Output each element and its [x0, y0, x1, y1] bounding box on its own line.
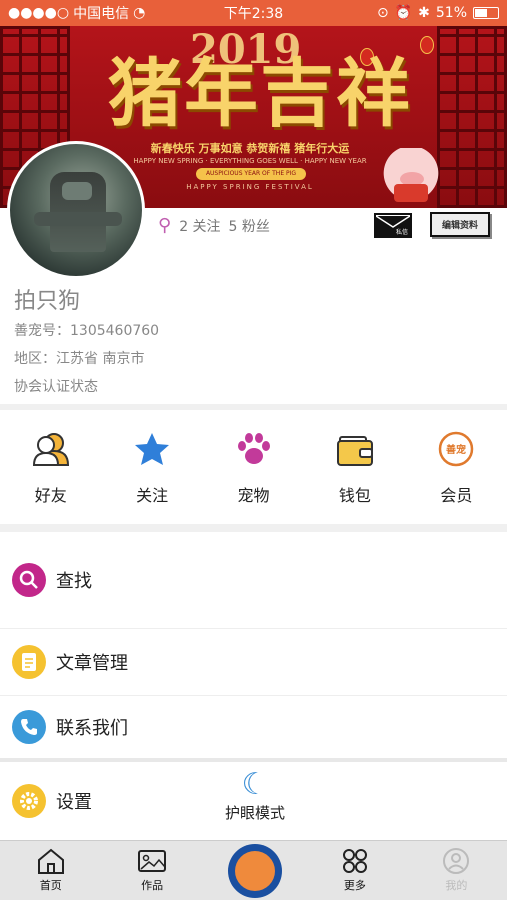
center-action-button[interactable] — [228, 844, 282, 898]
menu-articles[interactable]: 文章管理 — [0, 629, 507, 695]
banner-tag: AUSPICIOUS YEAR OF THE PIG — [196, 168, 306, 180]
bluetooth-icon: ✱ — [418, 5, 430, 21]
rotation-lock-icon: ⊙ — [376, 5, 389, 21]
eye-mode-label: 护眼模式 — [224, 804, 285, 822]
grid-icon — [342, 849, 367, 873]
status-bar: ●●●●○ 中国电信 ◔ 下午2:38 ⊙ ⏰ ✱ 51% — [0, 0, 507, 26]
search-icon — [12, 563, 46, 597]
battery-percent: 51% — [435, 5, 467, 21]
banner-subtext: HAPPY NEW SPRING · EVERYTHING GOES WELL … — [133, 157, 367, 165]
phone-icon — [12, 710, 46, 744]
wifi-icon: ◔ — [133, 5, 146, 21]
quick-actions: 好友 关注 宠物 钱包 善宠 会员 — [0, 410, 507, 524]
search-user-icon[interactable]: ⚲ — [158, 215, 171, 236]
home-icon — [37, 848, 64, 874]
quick-friends[interactable]: 好友 — [0, 410, 101, 524]
center-action-icon — [235, 851, 275, 891]
message-label: 私信 — [396, 228, 408, 236]
message-button[interactable]: 私信 — [374, 213, 412, 238]
menu-contact-label: 联系我们 — [56, 718, 128, 739]
tab-more-label: 更多 — [343, 879, 366, 892]
carrier-label: 中国电信 — [73, 6, 130, 22]
menu-search[interactable]: 查找 — [0, 532, 507, 628]
menu-search-label: 查找 — [56, 571, 92, 592]
user-name: 拍只狗 — [14, 289, 81, 314]
eye-mode-toggle[interactable]: ☾ 护眼模式 — [215, 768, 295, 823]
tab-mine-label: 我的 — [445, 879, 468, 892]
banner-greeting: 新春快乐 万事如意 恭贺新禧 猪年行大运 — [150, 142, 350, 155]
member-icon: 善宠 — [439, 431, 474, 467]
quick-pets-label: 宠物 — [237, 486, 270, 505]
gear-icon — [12, 784, 46, 818]
avatar-robot-image — [34, 172, 122, 252]
quick-member-label: 会员 — [440, 486, 473, 505]
tab-more[interactable]: 更多 — [304, 841, 405, 900]
member-badge-text: 善宠 — [446, 443, 466, 456]
certification-status[interactable]: 协会认证状态 — [14, 376, 98, 396]
article-icon — [12, 645, 46, 679]
menu-settings-label: 设置 — [56, 792, 92, 813]
follow-count[interactable]: 2 关注 — [179, 216, 220, 236]
menu-articles-label: 文章管理 — [56, 653, 128, 674]
edit-profile-button[interactable]: 编辑资料 — [430, 212, 490, 237]
star-icon — [135, 433, 170, 465]
gallery-icon — [138, 850, 167, 872]
profile-icon — [443, 848, 470, 874]
signal-icon: ●●●●○ — [8, 5, 70, 21]
paw-icon — [237, 433, 270, 464]
pet-id: 善宠号：1305460760 — [14, 323, 160, 339]
fans-count[interactable]: 5 粉丝 — [229, 216, 270, 236]
battery-icon — [473, 7, 499, 19]
quick-wallet[interactable]: 钱包 — [304, 410, 405, 524]
moon-icon: ☾ — [241, 767, 269, 802]
friends-icon — [32, 433, 69, 466]
alarm-icon: ⏰ — [394, 5, 413, 21]
region: 地区：江苏省 南京市 — [14, 351, 145, 367]
quick-friends-label: 好友 — [34, 486, 67, 505]
quick-pets[interactable]: 宠物 — [203, 410, 304, 524]
menu-contact[interactable]: 联系我们 — [0, 696, 507, 758]
envelope-icon: 私信 — [376, 215, 410, 236]
pig-illustration — [378, 148, 444, 204]
quick-member[interactable]: 善宠 会员 — [406, 410, 507, 524]
avatar[interactable] — [7, 141, 145, 279]
quick-follow[interactable]: 关注 — [101, 410, 202, 524]
tab-home-label: 首页 — [39, 879, 62, 892]
tab-works[interactable]: 作品 — [101, 841, 202, 900]
banner-title: 猪年吉祥 — [108, 51, 412, 137]
quick-follow-label: 关注 — [136, 486, 169, 505]
quick-wallet-label: 钱包 — [338, 486, 371, 505]
clock: 下午2:38 — [223, 6, 284, 22]
tab-works-label: 作品 — [141, 879, 164, 892]
follow-stats: ⚲ 2 关注 5 粉丝 — [158, 215, 270, 236]
wallet-icon — [336, 436, 373, 466]
banner-footer: HAPPY SPRING FESTIVAL — [186, 183, 314, 191]
tab-home[interactable]: 首页 — [0, 841, 101, 900]
tab-mine[interactable]: 我的 — [406, 841, 507, 900]
